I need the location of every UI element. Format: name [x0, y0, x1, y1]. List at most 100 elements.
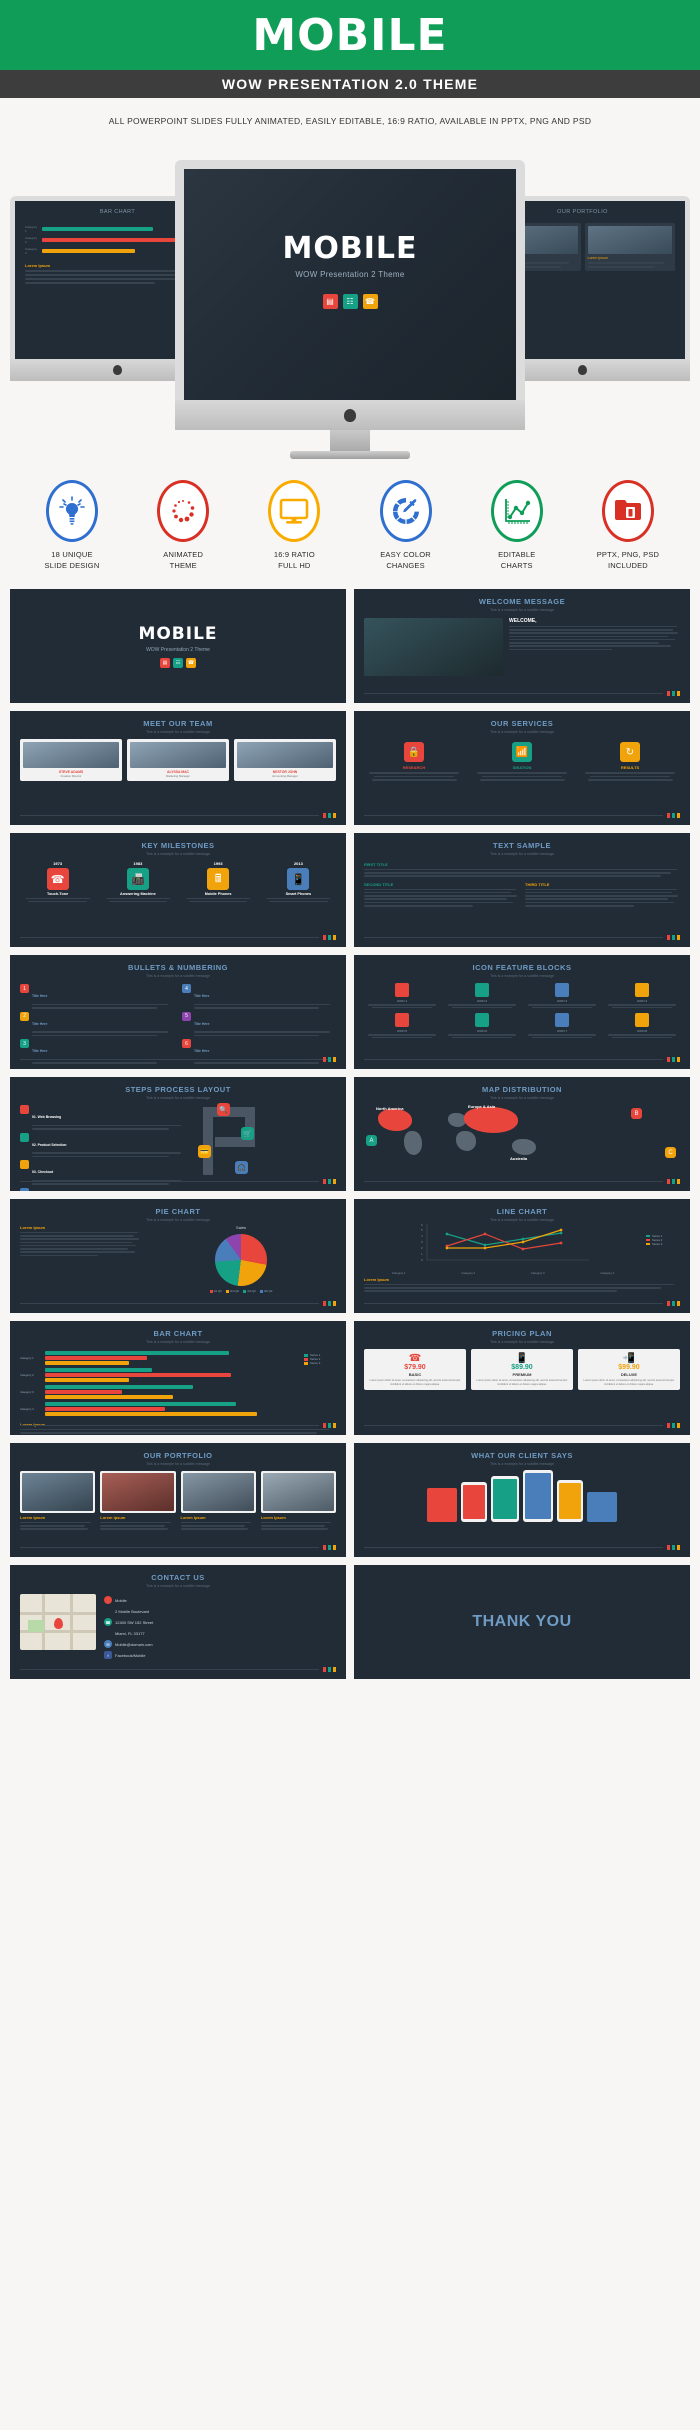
slide-icon-blocks[interactable]: ICON FEATURE BLOCKS This is a example fo…	[354, 955, 690, 1069]
chip-icon-1: ▤	[322, 294, 338, 309]
portfolio-caption: Lorem Ipsum	[100, 1515, 126, 1520]
plan-desc: Lorem ipsum dolor sit amet, consectetur …	[369, 1379, 461, 1386]
feature-item: EDITABLE CHARTS	[467, 480, 567, 571]
x-tick: Category 3	[530, 1271, 545, 1275]
slide-bar-chart[interactable]: BAR CHART This is a example for a subtit…	[10, 1321, 346, 1435]
service-label: RESULTS	[620, 765, 640, 770]
world-map: North America Europe & Asia Australia A …	[364, 1103, 680, 1165]
slide-cover[interactable]: MOBILE WOW Presentation 2 Theme ▤ ☷ ☎	[10, 589, 346, 703]
slide-pie-chart[interactable]: PIE CHART This is a example for a subtit…	[10, 1199, 346, 1313]
plan-name: BASIC	[408, 1372, 422, 1377]
slide-testimonials[interactable]: WHAT OUR CLIENT SAYS This is a example f…	[354, 1443, 690, 1557]
milestone-year: 2013	[293, 861, 303, 866]
team-member: ALYSSA MAC Marketing Manager	[127, 739, 229, 781]
slide-portfolio[interactable]: OUR PORTFOLIO This is a example for a su…	[10, 1443, 346, 1557]
legend-item: 4th Qtr	[263, 1289, 273, 1293]
contact-line: Mobile@domain.com	[115, 1641, 153, 1647]
slide-bullets[interactable]: BULLETS & NUMBERING This is a example fo…	[10, 955, 346, 1069]
chart-title: Sales	[236, 1225, 247, 1230]
slide-subtitle: This is a example for a subtitle message	[489, 1462, 555, 1466]
svg-text:3: 3	[421, 1240, 423, 1244]
slide-milestones[interactable]: KEY MILESTONES This is a example for a s…	[10, 833, 346, 947]
slide-contact[interactable]: CONTACT US This is a example for a subti…	[10, 1565, 346, 1679]
testimonial-phone	[523, 1470, 553, 1522]
contact-line: Miami, FL 33177	[115, 1630, 145, 1636]
mockup-logo-text: MOBILE	[282, 231, 418, 266]
pin-icon: 📍	[104, 1596, 112, 1604]
pie-legend: 1st Qtr 2nd Qtr 3rd Qtr 4th Qtr	[146, 1289, 336, 1293]
x-tick: Category 2	[461, 1271, 476, 1275]
line-chart-graphic: 0 1 2 3 4 56	[421, 1223, 589, 1262]
slide-line-chart[interactable]: LINE CHART This is a example for a subti…	[354, 1199, 690, 1313]
svg-text:4: 4	[421, 1234, 423, 1238]
slide-map[interactable]: MAP DISTRIBUTION This is a example for a…	[354, 1077, 690, 1191]
slide-team[interactable]: MEET OUR TEAM This is a example for a su…	[10, 711, 346, 825]
bar-label: Category 3	[25, 247, 38, 255]
slide-title: THANK YOU	[472, 1613, 572, 1630]
facebook-icon[interactable]: f	[104, 1651, 112, 1659]
feature-label: PPTX, PNG, PSD INCLUDED	[596, 550, 660, 570]
slide-subtitle: This is a example for a subtitle message	[145, 1218, 211, 1222]
lock-icon: 🔒	[404, 742, 424, 762]
portfolio-caption: Lorem Ipsum	[260, 1515, 286, 1520]
icon-block: ICON 4	[604, 983, 680, 1009]
feature-label: EDITABLE CHARTS	[498, 550, 536, 570]
icon-block: ICON 1	[364, 983, 440, 1009]
step-label: 01. Web Browsing	[32, 1115, 62, 1119]
slide-subtitle: This is a example for a subtitle message	[489, 974, 555, 978]
icon-label: ICON 8	[636, 1029, 647, 1034]
svg-text:0: 0	[421, 1258, 423, 1262]
svg-text:6: 6	[421, 1223, 423, 1227]
region-label: North America	[376, 1106, 404, 1111]
bullet-number: 6	[182, 1039, 191, 1049]
slide-title: ICON FEATURE BLOCKS	[472, 963, 572, 972]
folder-icon	[601, 480, 654, 542]
map-marker-icon: B	[631, 1108, 642, 1119]
milestone-year: 1983	[133, 861, 143, 866]
line-chart-icon	[490, 480, 543, 542]
bullet-number: 4	[182, 984, 191, 993]
icon-block: ICON 5	[364, 1013, 440, 1039]
svg-text:2: 2	[421, 1246, 423, 1250]
legend-item: 2nd Qtr	[229, 1289, 240, 1293]
tagline: ALL POWERPOINT SLIDES FULLY ANIMATED, EA…	[108, 116, 592, 126]
icon-label: ICON 1	[396, 999, 407, 1003]
pricing-plan[interactable]: 📱 $89.90 PREMIUM Lorem ipsum dolor sit a…	[471, 1349, 573, 1391]
card-heading: Lorem Ipsum	[587, 256, 608, 260]
bullet-label: Title Here	[194, 994, 210, 998]
bullet-label: Title Here	[32, 994, 48, 998]
icon-label: ICON 3	[556, 999, 567, 1003]
slide-welcome[interactable]: WELCOME MESSAGE This is a example for a …	[354, 589, 690, 703]
slide-thank-you[interactable]: THANK YOU	[354, 1565, 690, 1679]
service-label: RESEARCH	[402, 765, 426, 770]
wifi-icon: 📶	[512, 742, 532, 762]
welcome-photo	[364, 618, 504, 676]
text-heading-1: FIRST TITLE	[364, 862, 388, 867]
chip-icon-2: ☷	[342, 294, 358, 309]
slide-subtitle: This is a example for a subtitle message	[145, 1462, 211, 1466]
apple-logo-icon	[578, 365, 587, 375]
icon-label: ICON 4	[636, 999, 647, 1003]
step-label: 02. Product Selection	[32, 1142, 67, 1147]
slide-pricing[interactable]: PRICING PLAN This is a example for a sub…	[354, 1321, 690, 1435]
slide-subtitle: This is a example for a subtitle message	[145, 1096, 211, 1100]
contact-line: Mobile	[115, 1597, 127, 1603]
icon-label: ICON 2	[476, 999, 487, 1003]
spinner-icon	[157, 480, 210, 542]
slide-subtitle: WOW Presentation 2 Theme	[146, 647, 210, 653]
slide-title: MAP DISTRIBUTION	[482, 1085, 562, 1094]
refresh-icon: ↻	[620, 742, 640, 762]
region-label: Australia	[510, 1156, 528, 1161]
slide-services[interactable]: OUR SERVICES This is a example for a sub…	[354, 711, 690, 825]
member-role: Accounting Manager	[272, 774, 298, 778]
pricing-plan[interactable]: 📲 $99.90 DELUXE Lorem ipsum dolor sit am…	[578, 1349, 680, 1391]
slide-title: BAR CHART	[153, 1329, 203, 1338]
icon-label: ICON 6	[476, 1029, 487, 1034]
pie-lorem-heading: Lorem Ipsum	[20, 1225, 46, 1230]
pricing-plan[interactable]: ☎ $79.90 BASIC Lorem ipsum dolor sit ame…	[364, 1349, 466, 1391]
chip-icon-3: ☎	[362, 294, 378, 309]
slide-steps[interactable]: STEPS PROCESS LAYOUT This is a example f…	[10, 1077, 346, 1191]
bar-label: Category 1	[25, 225, 38, 233]
feature-item: 18 UNIQUE SLIDE DESIGN	[22, 480, 122, 571]
slide-text-sample[interactable]: TEXT SAMPLE This is a example for a subt…	[354, 833, 690, 947]
